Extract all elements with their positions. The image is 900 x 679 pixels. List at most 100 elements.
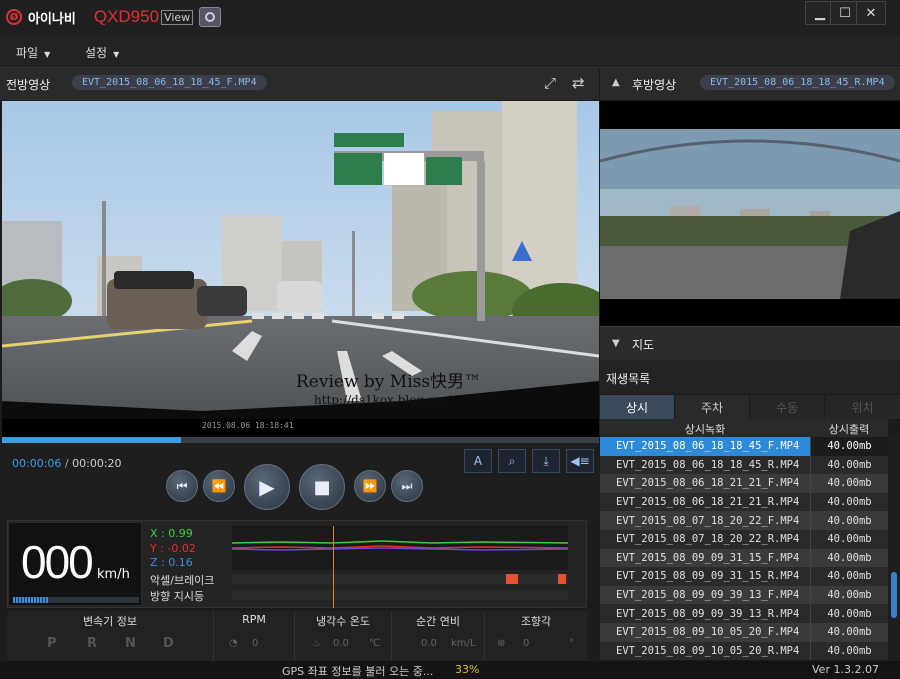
status-percent: 33% (455, 663, 480, 676)
fast-forward-button[interactable]: ⏩ (354, 470, 386, 502)
player-controls: 00:00:06 / 00:00:20 A ⌕ ⤓ ◀≡ ⏮ ⏪ ▶ ■ ⏩ ⏭ (2, 443, 599, 523)
gsensor-z: Z : 0.16 (150, 556, 193, 569)
speed-unit: km/h (97, 567, 130, 582)
stop-icon: ■ (313, 476, 331, 498)
rpm-gauge-icon: ◔ (229, 638, 238, 649)
collapse-up-icon[interactable]: ▲ (612, 77, 620, 88)
file-row[interactable]: EVT_2015_08_06_18_21_21_R.MP4 40.00mb (600, 492, 888, 512)
obd-panel: 변속기 정보 P R N D RPM ◔ 0 냉각수 온도 ♨ 0.0 ℃ 순간… (7, 611, 587, 661)
search-icon: ⌕ (508, 453, 516, 468)
turn-signal-track (232, 590, 568, 600)
file-name: EVT_2015_08_07_18_20_22_R.MP4 (616, 533, 800, 546)
zoom-button[interactable]: ⌕ (498, 449, 526, 473)
skip-previous-button[interactable]: ⏮ (166, 470, 198, 502)
rewind-button[interactable]: ⏪ (203, 470, 235, 502)
file-row[interactable]: EVT_2015_08_06_18_18_45_R.MP4 40.00mb (600, 455, 888, 475)
file-size: 40.00mb (810, 567, 888, 586)
tab-continuous[interactable]: 상시 (600, 395, 674, 419)
status-bar: GPS 좌표 정보를 불러 오는 중... 33% Ver 1.3.2.07 (0, 661, 900, 679)
file-row[interactable]: EVT_2015_08_07_18_20_22_R.MP4 40.00mb (600, 530, 888, 549)
skip-next-button[interactable]: ⏭ (391, 470, 423, 502)
file-name: EVT_2015_08_09_10_05_20_F.MP4 (616, 626, 800, 639)
download-button[interactable]: ⤓ (532, 449, 560, 473)
file-row[interactable]: EVT_2015_08_06_18_18_45_F.MP4 40.00mb (600, 437, 888, 456)
transmission-label: 변속기 정보 (82, 615, 138, 628)
file-row[interactable]: EVT_2015_08_09_09_39_13_R.MP4 40.00mb (600, 604, 888, 623)
stop-button[interactable]: ■ (299, 464, 345, 510)
file-name: EVT_2015_08_09_09_31_15_F.MP4 (616, 551, 800, 564)
file-size: 40.00mb (810, 437, 888, 456)
gear-p: P (47, 636, 57, 651)
file-size: 40.00mb (810, 474, 888, 493)
file-name: EVT_2015_08_09_09_39_13_R.MP4 (616, 607, 800, 620)
rear-filename: EVT_2015_08_06_18_18_45_R.MP4 (700, 75, 895, 90)
file-size: 40.00mb (810, 604, 888, 623)
menu-bar: 파일 ▼ 설정 ▼ (0, 34, 900, 68)
tab-manual[interactable]: 수동 (750, 395, 824, 419)
camera-icon[interactable] (199, 7, 222, 27)
coolant-unit: ℃ (369, 638, 381, 649)
file-row[interactable]: EVT_2015_08_06_18_21_21_F.MP4 40.00mb (600, 474, 888, 493)
close-button[interactable]: ✕ (856, 1, 886, 25)
file-name: EVT_2015_08_07_18_20_22_F.MP4 (616, 514, 800, 527)
file-row[interactable]: EVT_2015_08_09_10_05_20_R.MP4 40.00mb (600, 641, 888, 661)
fullscreen-icon[interactable]: ⤢ (544, 74, 556, 92)
fuel-unit: km/L (451, 638, 476, 649)
status-message: GPS 좌표 정보를 불러 오는 중... (282, 665, 434, 678)
gsensor-x-line (231, 540, 569, 544)
time-display: 00:00:06 / 00:00:20 (12, 457, 122, 470)
menu-file[interactable]: 파일 ▼ (16, 44, 50, 61)
rpm-label: RPM (242, 613, 266, 626)
playlist-header: 재생목록 (600, 360, 900, 394)
scrollbar-thumb[interactable] (891, 572, 897, 618)
front-video[interactable]: Review by Miss快男™ http://ds1kox.blog.me/… (2, 101, 599, 438)
file-name: EVT_2015_08_06_18_21_21_R.MP4 (616, 496, 800, 509)
coolant-value: 0.0 (333, 638, 349, 649)
menu-settings-label: 설정 (85, 46, 108, 60)
brake-marker (506, 574, 518, 584)
inavi-logo-icon: Ø (6, 9, 22, 25)
steering-label: 조향각 (520, 615, 552, 628)
coolant-label: 냉각수 온도 (315, 615, 371, 628)
tab-parking[interactable]: 주차 (675, 395, 749, 419)
rear-video-header[interactable]: ▲ 후방영상 EVT_2015_08_06_18_18_45_R.MP4 (600, 68, 900, 100)
map-label: 지도 (632, 338, 655, 352)
gsensor-graph-lines (231, 540, 569, 551)
thermometer-icon: ♨ (312, 638, 321, 649)
download-icon: ⤓ (543, 453, 549, 468)
collapse-down-icon[interactable]: ▼ (612, 338, 620, 349)
file-row[interactable]: EVT_2015_08_09_09_31_15_R.MP4 40.00mb (600, 567, 888, 586)
front-video-header: 전방영상 EVT_2015_08_06_18_18_45_F.MP4 ⤢ ⇄ (0, 68, 599, 100)
auto-zoom-button[interactable]: A (464, 449, 492, 473)
steering-wheel-icon: ⊛ (497, 638, 506, 649)
file-row[interactable]: EVT_2015_08_09_09_39_13_F.MP4 40.00mb (600, 585, 888, 605)
map-header[interactable]: ▼ 지도 (600, 326, 900, 360)
file-list-scrollbar[interactable] (888, 437, 900, 661)
video-timestamp: 2015.08.06 18:18:41 (202, 421, 294, 430)
gsensor-y: Y : -0.02 (150, 542, 196, 555)
accel-brake-label: 악셀/브레이크 (150, 574, 215, 587)
menu-settings[interactable]: 설정 ▼ (85, 44, 119, 61)
brake-marker (558, 574, 566, 584)
current-time: 00:00:06 (12, 457, 62, 470)
file-size: 40.00mb (810, 511, 888, 530)
front-video-label: 전방영상 (6, 78, 51, 92)
front-filename: EVT_2015_08_06_18_18_45_F.MP4 (72, 75, 267, 90)
file-name: EVT_2015_08_09_09_39_13_F.MP4 (616, 589, 800, 602)
volume-button[interactable]: ◀≡ (566, 449, 594, 473)
swap-icon[interactable]: ⇄ (572, 74, 585, 92)
tab-location[interactable]: 위치 (825, 395, 900, 419)
file-row[interactable]: EVT_2015_08_09_10_05_20_F.MP4 40.00mb (600, 623, 888, 642)
file-row[interactable]: EVT_2015_08_07_18_20_22_F.MP4 40.00mb (600, 511, 888, 530)
file-name: EVT_2015_08_06_18_18_45_F.MP4 (616, 440, 800, 453)
file-name: EVT_2015_08_09_09_31_15_R.MP4 (616, 570, 800, 583)
rear-video[interactable] (600, 101, 900, 326)
play-button[interactable]: ▶ (244, 464, 290, 510)
view-tag: View (161, 9, 194, 25)
file-row[interactable]: EVT_2015_08_09_09_31_15_F.MP4 40.00mb (600, 548, 888, 568)
speed-bar-fill (13, 597, 49, 603)
rewind-icon: ⏪ (211, 479, 227, 493)
playlist-tabs: 상시 주차 수동 위치 (600, 395, 900, 419)
accel-brake-track (232, 574, 568, 584)
file-size: 40.00mb (810, 455, 888, 475)
